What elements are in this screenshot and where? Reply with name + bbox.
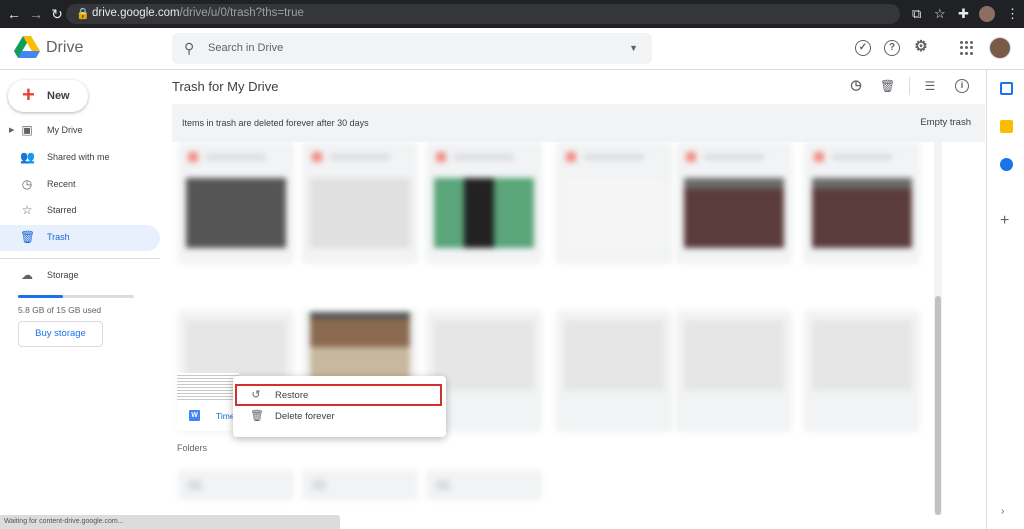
extensions-icon[interactable]: ✚ bbox=[958, 6, 969, 22]
chevron-right-icon[interactable]: › bbox=[1001, 506, 1004, 517]
get-addons-icon[interactable]: + bbox=[1000, 213, 1009, 229]
sidebar-item-trash[interactable]: 🗑 Trash bbox=[0, 225, 160, 251]
reload-icon[interactable]: ↻ bbox=[49, 6, 65, 22]
new-button[interactable]: + New bbox=[8, 80, 88, 112]
empty-trash-button[interactable]: Empty trash bbox=[920, 117, 971, 128]
file-card[interactable] bbox=[556, 310, 672, 432]
lock-icon: 🔒 bbox=[76, 8, 90, 20]
storage-progress-bar bbox=[18, 295, 134, 298]
expand-caret-icon[interactable]: ▶ bbox=[9, 126, 14, 134]
url-host: drive.google.com bbox=[92, 7, 180, 19]
side-panel: + › bbox=[986, 70, 1024, 529]
banner-text: Items in trash are deleted forever after… bbox=[182, 118, 369, 128]
ready-offline-icon[interactable]: ✓ bbox=[855, 40, 871, 56]
document-thumbnail bbox=[177, 373, 239, 401]
account-avatar[interactable] bbox=[989, 37, 1011, 59]
folder-card[interactable] bbox=[178, 470, 294, 500]
help-icon[interactable]: ? bbox=[884, 40, 900, 56]
browser-profile-avatar[interactable] bbox=[979, 6, 995, 22]
search-options-icon[interactable]: ▼ bbox=[629, 43, 638, 53]
trash-banner: Items in trash are deleted forever after… bbox=[172, 104, 985, 142]
word-doc-icon: W bbox=[189, 410, 200, 421]
restore-history-icon[interactable]: ◷ bbox=[849, 78, 863, 93]
bookmark-star-icon[interactable]: ☆ bbox=[934, 6, 946, 22]
empty-trash-icon[interactable]: 🗑 bbox=[880, 79, 895, 93]
list-view-icon[interactable]: ☰ bbox=[923, 79, 937, 93]
back-icon[interactable]: ← bbox=[6, 6, 22, 22]
sidebar-divider bbox=[0, 258, 160, 259]
clock-icon: ◷ bbox=[21, 177, 33, 191]
search-icon[interactable]: ⚲ bbox=[184, 40, 194, 57]
folder-card[interactable] bbox=[426, 470, 542, 500]
storage-progress-fill bbox=[18, 295, 64, 298]
trash-icon: 🗑 bbox=[20, 230, 36, 244]
cloud-icon: ☁ bbox=[21, 268, 33, 282]
trash-icon: 🗑 bbox=[250, 410, 264, 422]
toolbar-divider bbox=[909, 77, 910, 95]
file-card[interactable] bbox=[804, 142, 920, 264]
settings-gear-icon[interactable]: ⚙ bbox=[913, 39, 929, 56]
people-icon: 👥 bbox=[20, 150, 35, 164]
url-path: /drive/u/0/trash?ths=true bbox=[179, 7, 304, 19]
folders-heading: Folders bbox=[177, 443, 208, 453]
file-card[interactable] bbox=[676, 142, 792, 264]
search-box[interactable]: ⚲ Search in Drive ▼ bbox=[172, 33, 652, 64]
selected-file-card[interactable]: W Time bbox=[177, 373, 239, 431]
main-scrollbar[interactable] bbox=[934, 142, 942, 515]
drive-logo-icon[interactable] bbox=[14, 36, 40, 58]
restore-highlight-box bbox=[235, 384, 442, 406]
file-card[interactable] bbox=[556, 142, 672, 264]
calendar-icon[interactable] bbox=[1000, 82, 1013, 95]
browser-menu-icon[interactable]: ⋮ bbox=[1006, 6, 1019, 22]
tasks-icon[interactable] bbox=[1000, 158, 1013, 171]
sidebar-item-label: Storage bbox=[47, 270, 79, 280]
scrollbar-thumb[interactable] bbox=[935, 296, 941, 515]
sidebar-item-storage[interactable]: ☁ Storage bbox=[0, 263, 160, 289]
info-icon[interactable]: i bbox=[955, 79, 969, 93]
storage-used-text: 5.8 GB of 15 GB used bbox=[18, 305, 102, 315]
star-icon: ☆ bbox=[21, 203, 33, 217]
apps-grid-icon[interactable] bbox=[960, 41, 974, 55]
sidebar-item-label: My Drive bbox=[47, 125, 83, 135]
keep-icon[interactable] bbox=[1000, 120, 1013, 133]
browser-toolbar: ← → ↻ 🔒 drive.google.com/drive/u/0/trash… bbox=[0, 0, 1024, 28]
file-card[interactable] bbox=[804, 310, 920, 432]
address-bar[interactable]: 🔒 drive.google.com/drive/u/0/trash?ths=t… bbox=[66, 4, 900, 24]
file-card[interactable] bbox=[676, 310, 792, 432]
file-grid bbox=[172, 142, 932, 515]
file-card[interactable] bbox=[178, 142, 294, 264]
new-label: New bbox=[47, 90, 70, 102]
sidebar-item-my-drive[interactable]: ▶ ▣ My Drive bbox=[0, 118, 160, 144]
url-text: drive.google.com/drive/u/0/trash?ths=tru… bbox=[92, 7, 304, 19]
file-card[interactable] bbox=[302, 142, 418, 264]
menu-item-delete-forever[interactable]: 🗑 Delete forever bbox=[233, 405, 446, 427]
browser-status-bar: Waiting for content-drive.google.com... bbox=[0, 515, 340, 529]
sidebar-item-shared[interactable]: 👥 Shared with me bbox=[0, 145, 160, 171]
forward-icon[interactable]: → bbox=[28, 6, 44, 22]
sidebar-item-starred[interactable]: ☆ Starred bbox=[0, 198, 160, 224]
buy-storage-button[interactable]: Buy storage bbox=[18, 321, 103, 347]
sidebar-item-label: Trash bbox=[47, 232, 70, 242]
app-header: Drive ⚲ Search in Drive ▼ ✓ ? ⚙ bbox=[0, 28, 1024, 70]
sidebar-item-label: Starred bbox=[47, 205, 77, 215]
sidebar-item-label: Recent bbox=[47, 179, 76, 189]
sidebar-item-label: Shared with me bbox=[47, 152, 110, 162]
sidebar: + New ▶ ▣ My Drive 👥 Shared with me ◷ Re… bbox=[0, 70, 166, 529]
app-name: Drive bbox=[46, 39, 84, 56]
open-external-icon[interactable]: ⧉ bbox=[912, 6, 921, 22]
search-placeholder: Search in Drive bbox=[208, 42, 284, 54]
my-drive-icon: ▣ bbox=[21, 123, 33, 137]
file-name: Time bbox=[216, 411, 235, 421]
plus-icon: + bbox=[22, 82, 35, 107]
sidebar-item-recent[interactable]: ◷ Recent bbox=[0, 172, 160, 198]
menu-item-label: Delete forever bbox=[275, 411, 335, 422]
page-title: Trash for My Drive bbox=[172, 79, 279, 94]
folder-card[interactable] bbox=[302, 470, 418, 500]
file-card[interactable] bbox=[426, 142, 542, 264]
